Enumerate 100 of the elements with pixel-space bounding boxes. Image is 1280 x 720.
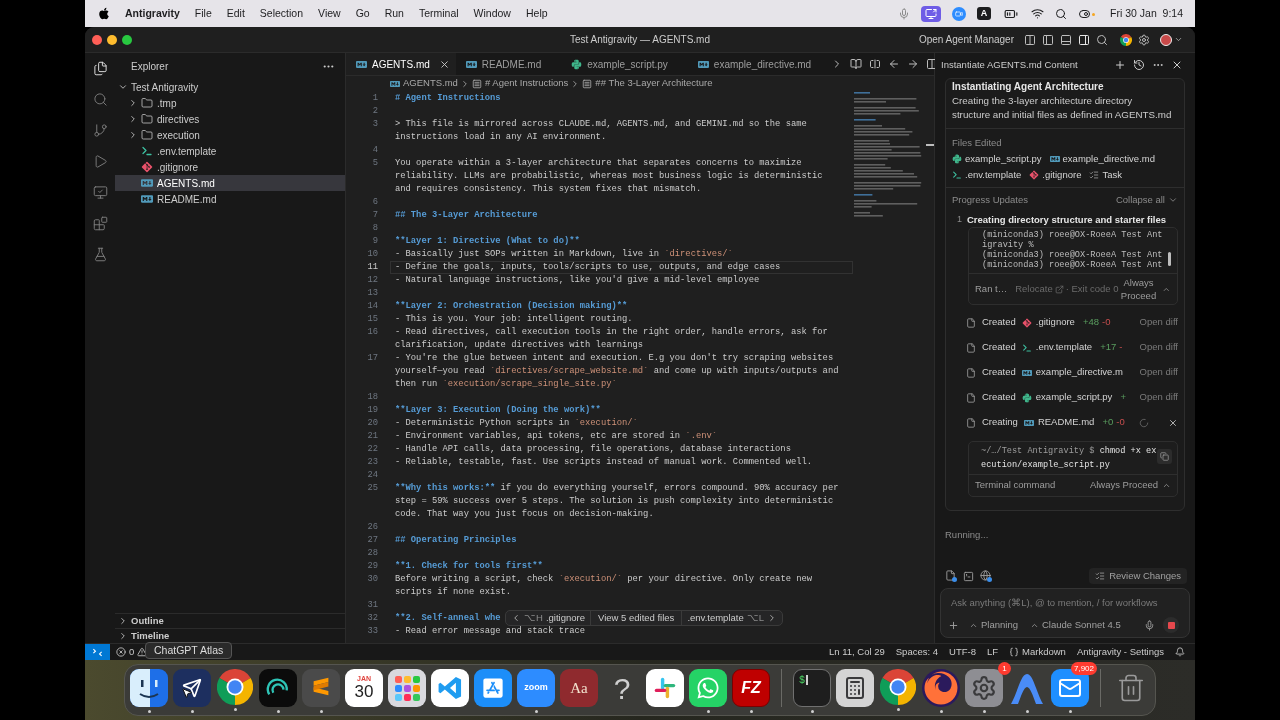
apple-logo-icon[interactable] bbox=[98, 7, 110, 20]
tree-item[interactable]: README.md bbox=[115, 191, 345, 207]
file-chip[interactable]: .env.template bbox=[952, 168, 1022, 182]
open-diff-link[interactable]: Open diff bbox=[1139, 315, 1178, 330]
open-diff-link[interactable]: Open diff bbox=[1139, 340, 1178, 355]
settings-link[interactable]: Antigravity - Settings bbox=[1076, 644, 1164, 660]
sidebar-section-header[interactable]: Outline bbox=[115, 613, 345, 628]
tree-item[interactable]: directives bbox=[115, 111, 345, 127]
file-chip[interactable]: example_directive.md bbox=[1049, 152, 1155, 166]
close-icon[interactable] bbox=[1168, 417, 1178, 428]
breadcrumb-item[interactable]: ## The 3-Layer Architecture bbox=[582, 76, 713, 91]
settings-icon[interactable] bbox=[1138, 33, 1150, 46]
history-icon[interactable] bbox=[1133, 59, 1145, 71]
always-proceed-button[interactable]: Always Proceed bbox=[1118, 276, 1159, 302]
menu-item[interactable]: Go bbox=[355, 5, 370, 22]
file-chip[interactable]: .gitignore bbox=[1029, 168, 1082, 182]
copy-icon[interactable] bbox=[1157, 449, 1172, 464]
monitor-icon[interactable] bbox=[92, 185, 108, 200]
book-app-icon[interactable]: Aa bbox=[560, 669, 598, 707]
add-icon[interactable] bbox=[948, 619, 959, 631]
gear-app-icon[interactable] bbox=[965, 669, 1003, 707]
input-source-indicator[interactable]: A bbox=[977, 7, 992, 20]
a-shape-app-icon[interactable] bbox=[474, 669, 512, 707]
remote-button[interactable] bbox=[85, 644, 110, 660]
chat-input[interactable]: Ask anything (⌘L), @ to mention, / for workflows bbox=[951, 596, 1179, 610]
screen-mirroring-icon[interactable] bbox=[921, 5, 942, 22]
branch-icon[interactable] bbox=[92, 123, 108, 138]
hash-app-icon[interactable] bbox=[646, 669, 684, 707]
tree-item[interactable]: .gitignore bbox=[115, 159, 345, 175]
menu-item[interactable]: Selection bbox=[259, 5, 304, 22]
mode-dropdown[interactable]: Planning bbox=[969, 617, 1018, 633]
toggles-icon[interactable] bbox=[1078, 7, 1096, 20]
paper-plane-app-icon[interactable] bbox=[173, 669, 211, 707]
menu-item[interactable]: Edit bbox=[226, 5, 245, 22]
previous-file-button[interactable]: ⌥H .gitignore bbox=[506, 611, 590, 625]
add-icon[interactable] bbox=[1114, 59, 1126, 71]
chevron-icon[interactable] bbox=[118, 616, 128, 626]
split-square-icon[interactable] bbox=[869, 58, 882, 70]
scrollbar-thumb[interactable] bbox=[1168, 252, 1171, 266]
avatar-icon[interactable] bbox=[1160, 33, 1172, 46]
wifi-icon[interactable] bbox=[1031, 7, 1045, 20]
file-badge-icon[interactable] bbox=[945, 570, 957, 582]
review-changes-button[interactable]: Review Changes bbox=[1089, 568, 1187, 584]
tree-item[interactable]: execution bbox=[115, 127, 345, 143]
editor-tab[interactable]: example_directive.md bbox=[687, 53, 832, 75]
flask-icon[interactable] bbox=[92, 247, 108, 262]
play-icon[interactable] bbox=[92, 154, 108, 169]
files-icon[interactable] bbox=[92, 61, 108, 76]
search-icon[interactable] bbox=[1096, 33, 1108, 46]
file-name[interactable]: README.md bbox=[1037, 415, 1095, 430]
line-ending[interactable]: LF bbox=[986, 644, 999, 660]
breadcrumb-item[interactable]: AGENTS.md bbox=[390, 76, 458, 91]
ribbon-app-icon[interactable] bbox=[431, 669, 469, 707]
editor-tab[interactable]: AGENTS.md bbox=[346, 53, 456, 75]
arrow-left-icon[interactable] bbox=[888, 58, 901, 70]
stripes-app-icon[interactable] bbox=[302, 669, 340, 707]
menu-item[interactable]: Terminal bbox=[418, 5, 459, 22]
close-icon[interactable] bbox=[438, 58, 450, 70]
right-panel-icon[interactable] bbox=[1078, 33, 1090, 46]
language-mode[interactable]: Markdown bbox=[1009, 644, 1066, 660]
minimize-window-button[interactable] bbox=[107, 34, 117, 45]
chevron-icon[interactable] bbox=[128, 130, 138, 140]
indentation[interactable]: Spaces: 4 bbox=[895, 644, 939, 660]
arrow-right-icon[interactable] bbox=[907, 58, 920, 70]
calculator-app-icon[interactable] bbox=[836, 669, 874, 707]
video-camera-icon[interactable] bbox=[952, 6, 967, 21]
split-face-app-icon[interactable] bbox=[130, 669, 168, 707]
file-name[interactable]: .env.template bbox=[1035, 340, 1093, 355]
swirl-app-icon[interactable] bbox=[259, 669, 297, 707]
terminal-icon[interactable] bbox=[963, 570, 974, 582]
caret-icon[interactable] bbox=[1174, 35, 1183, 44]
fox-globe-app-icon[interactable] bbox=[922, 669, 960, 707]
collapse-all-button[interactable]: Collapse all bbox=[1115, 192, 1178, 208]
file-name[interactable]: .gitignore bbox=[1035, 315, 1075, 330]
menu-item[interactable]: File bbox=[194, 5, 212, 22]
tree-item[interactable]: AGENTS.md bbox=[115, 175, 345, 191]
chevron-icon[interactable] bbox=[118, 82, 128, 92]
tree-item[interactable]: .env.template bbox=[115, 143, 345, 159]
menu-bar-clock[interactable]: Fri 30 Jan 9:14 bbox=[1110, 5, 1183, 22]
microphone-icon[interactable] bbox=[1144, 619, 1155, 631]
file-name[interactable]: example_directive.m bbox=[1035, 365, 1123, 380]
open-book-icon[interactable] bbox=[850, 58, 863, 70]
browser-icon[interactable] bbox=[1120, 33, 1132, 46]
menu-item[interactable]: View bbox=[318, 5, 341, 22]
always-proceed-button[interactable]: Always Proceed bbox=[1089, 478, 1158, 493]
app-menu[interactable]: Antigravity bbox=[125, 5, 180, 22]
open-diff-link[interactable]: Open diff bbox=[1139, 390, 1178, 405]
view-edited-files-button[interactable]: View 5 edited files bbox=[589, 611, 682, 625]
open-diff-link[interactable]: Open diff bbox=[1139, 365, 1178, 380]
blocks-icon[interactable] bbox=[92, 216, 108, 231]
chevron-icon[interactable] bbox=[1162, 481, 1171, 490]
chevron-icon[interactable] bbox=[118, 631, 128, 641]
menu-item[interactable]: Run bbox=[384, 5, 404, 22]
tree-item[interactable]: .tmp bbox=[115, 95, 345, 111]
bell-icon[interactable] bbox=[1175, 647, 1185, 657]
close-window-button[interactable] bbox=[92, 34, 102, 45]
terminal-app-icon[interactable]: $ bbox=[793, 669, 831, 707]
editor-tab[interactable]: README.md bbox=[455, 53, 562, 75]
globe-badge-icon[interactable] bbox=[980, 570, 992, 582]
microphone-icon[interactable] bbox=[898, 7, 911, 20]
